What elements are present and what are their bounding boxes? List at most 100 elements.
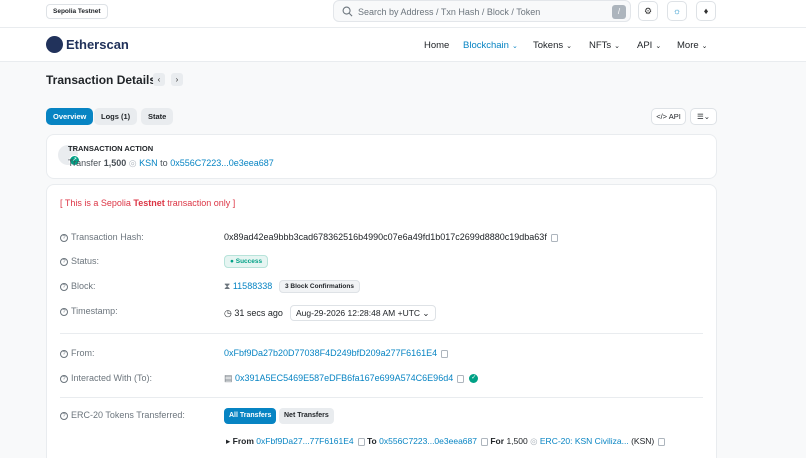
transaction-action-text: Transfer 1,500 ◎ KSN to 0x556C7223...0e3…	[68, 158, 274, 169]
question-icon[interactable]: ?	[60, 233, 68, 242]
question-icon[interactable]: ?	[60, 349, 68, 358]
nav-more[interactable]: More ⌄	[677, 40, 708, 51]
nav-tokens-label: Tokens	[533, 40, 564, 51]
action-token-link[interactable]: KSN	[139, 158, 158, 168]
check-circle-icon: ●	[230, 258, 234, 265]
block-number-link[interactable]: 11588338	[233, 281, 272, 291]
action-to-word: to	[160, 158, 168, 168]
nav-nfts[interactable]: NFTs ⌄	[589, 40, 620, 51]
search-icon	[342, 6, 353, 17]
block-value: ⧗ 11588338	[224, 281, 272, 292]
question-icon[interactable]: ?	[60, 411, 68, 420]
copy-icon[interactable]	[480, 437, 488, 446]
from-value: 0xFbf9Da27b20D77038F4D249bfD209a277F6161…	[224, 348, 449, 358]
prev-transaction-button[interactable]: ‹	[153, 73, 165, 86]
copy-icon[interactable]	[441, 349, 449, 358]
token-icon: ◎	[530, 436, 538, 446]
copy-icon[interactable]	[550, 233, 558, 242]
label-status: ? Status:	[60, 256, 99, 266]
transfer-for-word: For	[490, 436, 505, 446]
nav-api[interactable]: API ⌄	[637, 40, 661, 51]
testnet-notice-prefix: [ This is a Sepolia	[60, 198, 134, 208]
action-verb: Transfer	[68, 158, 102, 168]
transfer-to-link[interactable]: 0x556C7223...0e3eea687	[379, 436, 477, 446]
question-icon[interactable]: ?	[60, 257, 68, 266]
nav-tokens[interactable]: Tokens ⌄	[533, 40, 572, 51]
token-transfer-row: ▸ From 0xFbf9Da27...77F6161E4 To 0x556C7…	[226, 436, 666, 447]
timestamp-text: Aug-29-2026 12:28:48 AM +UTC	[296, 308, 421, 318]
timestamp-ago-text: 31 secs ago	[234, 308, 283, 318]
transfer-amount: 1,500	[506, 436, 528, 446]
label-text: Block:	[71, 281, 96, 291]
label-text: Interacted With (To):	[71, 373, 153, 383]
nav-blockchain[interactable]: Blockchain ⌄	[463, 40, 518, 51]
nav-blockchain-label: Blockchain	[463, 40, 509, 51]
network-badge[interactable]: Sepolia Testnet	[46, 4, 108, 19]
timestamp-format-select[interactable]: Aug-29-2026 12:28:48 AM +UTC ⌄	[290, 305, 436, 321]
net-transfers-button[interactable]: Net Transfers	[279, 408, 334, 424]
transfer-from-link[interactable]: 0xFbf9Da27...77F6161E4	[256, 436, 353, 446]
interacted-with-value: ▤ 0x391A5EC5469E587eDFB6fa167e699A574C6E…	[224, 373, 479, 384]
chevron-down-icon: ⌄	[566, 43, 572, 50]
transfer-from-word: From	[232, 436, 254, 446]
label-block: ? Block:	[60, 281, 96, 291]
testnet-notice-suffix: transaction only ]	[164, 198, 236, 208]
testnet-notice-word: Testnet	[133, 198, 165, 208]
search-input[interactable]: Search by Address / Txn Hash / Block / T…	[358, 7, 540, 17]
gear-icon[interactable]: ⚙	[638, 1, 658, 21]
label-timestamp: ? Timestamp:	[60, 306, 118, 316]
label-text: From:	[71, 348, 95, 358]
status-badge: ● Success	[224, 255, 269, 268]
action-to-address-link[interactable]: 0x556C7223...0e3eea687	[170, 158, 274, 168]
chevron-down-icon: ⌄	[701, 43, 708, 50]
confirmations-badge: 3 Block Confirmations	[279, 280, 360, 293]
logo-icon	[46, 36, 63, 53]
list-icon: ☰⌄	[696, 112, 710, 121]
transfer-to-word: To	[367, 436, 377, 446]
contract-file-icon: ▤	[224, 373, 233, 383]
api-button[interactable]: </> API	[651, 108, 686, 125]
code-icon: </>	[656, 112, 669, 121]
transfer-token-link[interactable]: ERC-20: KSN Civiliza...	[540, 436, 629, 446]
chevron-down-icon: ⌄	[655, 43, 662, 50]
copy-icon[interactable]	[658, 437, 666, 446]
search-shortcut-key: /	[612, 5, 626, 19]
chevron-down-icon: ⌄	[614, 43, 621, 50]
next-transaction-button[interactable]: ›	[171, 73, 183, 86]
ethereum-icon[interactable]: ♦	[696, 1, 716, 21]
copy-icon[interactable]	[357, 437, 365, 446]
tab-logs[interactable]: Logs (1)	[94, 108, 138, 125]
copy-icon[interactable]	[457, 374, 465, 383]
clock-icon: ◷	[224, 308, 232, 318]
action-amount: 1,500	[103, 158, 127, 168]
tab-overview[interactable]: Overview	[46, 108, 94, 125]
chevron-down-icon: ⌄	[422, 308, 430, 318]
question-icon[interactable]: ?	[60, 374, 68, 383]
status-text: Success	[235, 258, 263, 265]
theme-sun-icon[interactable]: ☼	[667, 1, 687, 21]
transaction-action-title: TRANSACTION ACTION	[68, 144, 154, 153]
tab-state[interactable]: State	[141, 108, 174, 125]
label-text: Transaction Hash:	[71, 232, 144, 242]
caret-right-icon: ▸	[226, 436, 231, 446]
all-transfers-button[interactable]: All Transfers	[224, 408, 277, 424]
page-title: Transaction Details	[46, 73, 157, 87]
transaction-hash: 0x89ad42ea9bbb3cad678362516b4990c07e6a49…	[224, 232, 547, 242]
label-from: ? From:	[60, 348, 95, 358]
label-text: Status:	[71, 256, 100, 266]
label-erc20-transferred: ? ERC-20 Tokens Transferred:	[60, 410, 185, 420]
token-icon: ◎	[128, 158, 137, 168]
api-button-label: API	[668, 112, 681, 121]
transaction-hash-value: 0x89ad42ea9bbb3cad678362516b4990c07e6a49…	[224, 232, 558, 242]
nav-home-label: Home	[424, 40, 450, 51]
brand-name: Etherscan	[66, 37, 129, 52]
nav-home[interactable]: Home	[424, 40, 449, 51]
search-bar[interactable]: Search by Address / Txn Hash / Block / T…	[333, 0, 631, 22]
from-address-link[interactable]: 0xFbf9Da27b20D77038F4D249bfD209a277F6161…	[224, 348, 437, 358]
chevron-down-icon: ⌄	[511, 43, 518, 50]
to-address-link[interactable]: 0x391A5EC5469E587eDFB6fa167e699A574C6E96…	[235, 373, 453, 383]
question-icon[interactable]: ?	[60, 307, 68, 316]
nav-api-label: API	[637, 40, 653, 51]
question-icon[interactable]: ?	[60, 282, 68, 291]
more-options-button[interactable]: ☰⌄	[690, 108, 717, 125]
